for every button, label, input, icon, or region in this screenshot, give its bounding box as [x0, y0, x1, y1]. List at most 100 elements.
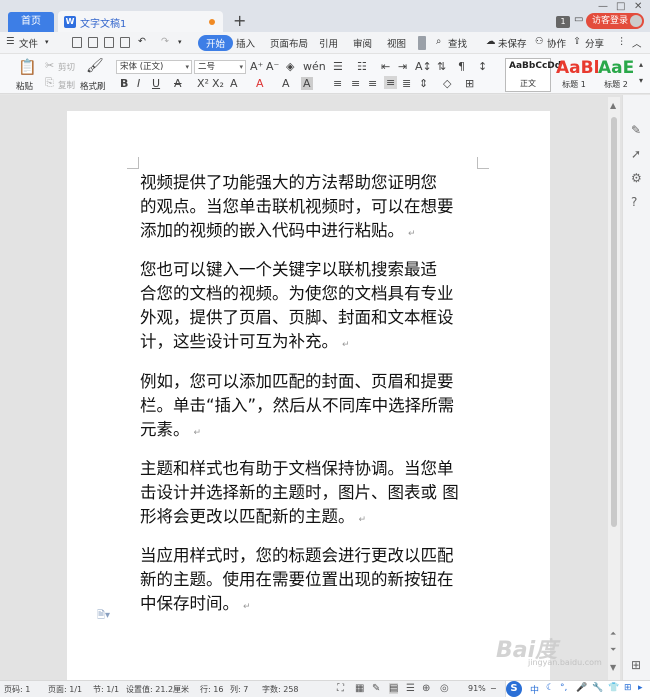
bullet-list-icon[interactable]: ☰ [333, 60, 343, 73]
decrease-indent-icon[interactable]: ⇤ [381, 60, 390, 73]
help-icon[interactable]: ? [631, 195, 637, 209]
export-pdf-icon[interactable] [104, 37, 114, 48]
chinese-layout-icon[interactable]: A↕ [415, 60, 432, 73]
ime-more-icon[interactable]: ▸ [638, 683, 643, 693]
sort-icon[interactable]: ⇅ [437, 60, 446, 73]
apps-grid-icon[interactable]: ⊞ [631, 658, 641, 672]
format-painter-icon[interactable]: 🖌 [86, 58, 104, 74]
undo-icon[interactable]: ↶ [138, 36, 146, 47]
chevron-down-icon[interactable]: ▾ [45, 38, 49, 46]
minimize-icon[interactable]: — [598, 1, 608, 12]
scroll-up-icon[interactable]: ▲ [610, 101, 616, 110]
ime-language[interactable]: 中 [530, 683, 539, 696]
strikethrough-icon[interactable]: A [174, 77, 182, 90]
increase-indent-icon[interactable]: ⇥ [398, 60, 407, 73]
eye-protection-icon[interactable]: ◎ [440, 683, 449, 694]
align-left-icon[interactable]: ≡ [333, 77, 342, 90]
share-label[interactable]: 分享 [585, 36, 604, 50]
page-view-icon[interactable]: ▤ [389, 683, 399, 694]
zoom-out-icon[interactable]: − [490, 684, 497, 693]
style-heading2[interactable]: AaE 标题 2 [595, 58, 637, 92]
format-painter-label[interactable]: 格式刷 [80, 80, 106, 92]
scroll-down-icon[interactable]: ▼ [610, 663, 616, 672]
pen-icon[interactable]: ✎ [372, 683, 380, 694]
paragraph-3[interactable]: 例如，您可以添加匹配的封面、页眉和提要 栏。单击“插入”，然后从不同库中选择所需… [140, 370, 480, 445]
underline-icon[interactable]: U [152, 77, 160, 90]
tab-scroll-handle[interactable] [418, 36, 426, 50]
search-icon[interactable]: ⌕ [436, 36, 441, 47]
cut-label[interactable]: 剪切 [58, 61, 75, 73]
justify-icon[interactable]: ≡ [384, 76, 398, 89]
italic-icon[interactable]: I [137, 77, 140, 90]
bold-icon[interactable]: B [120, 77, 128, 90]
tab-start[interactable]: 开始 [198, 35, 234, 51]
paragraph-menu-icon[interactable]: 🗎▾ [97, 608, 110, 625]
settings-sliders-icon[interactable]: ⚙ [631, 171, 642, 185]
number-list-icon[interactable]: ☷ [357, 60, 367, 73]
shading-icon[interactable]: ◇ [443, 77, 451, 90]
tab-references[interactable]: 引用 [319, 36, 338, 50]
edit-icon[interactable]: ✎ [631, 123, 641, 137]
outline-view-icon[interactable]: ☰ [406, 683, 415, 694]
menu-hamburger-icon[interactable]: ☰ [6, 36, 15, 47]
align-right-icon[interactable]: ≡ [368, 77, 377, 90]
fullscreen-icon[interactable]: ⛶ [337, 683, 344, 694]
align-center-icon[interactable]: ≡ [351, 77, 360, 90]
show-marks-icon[interactable]: ¶ [458, 60, 465, 73]
collab-label[interactable]: 协作 [547, 36, 566, 50]
distributed-icon[interactable]: ≣ [402, 77, 411, 90]
styles-up-icon[interactable]: ▴ [639, 60, 643, 69]
document-page[interactable]: 视频提供了功能强大的方法帮助您证明您 的观点。当您单击联机视频时，可以在想要 添… [67, 111, 550, 686]
tab-document[interactable]: W 文字文稿1 [58, 11, 223, 32]
font-color-icon[interactable]: A [256, 77, 264, 90]
status-word-count[interactable]: 字数: 258 [262, 684, 299, 695]
guest-login-button[interactable]: 访客登录 [586, 13, 644, 29]
web-view-icon[interactable]: ⊕ [422, 683, 430, 694]
redo-icon[interactable]: ↷ [161, 36, 169, 47]
maximize-icon[interactable]: □ [616, 1, 625, 12]
quick-access-chevron-icon[interactable]: ▾ [178, 38, 182, 46]
save-icon[interactable] [72, 37, 82, 48]
borders-icon[interactable]: ⊞ [465, 77, 474, 90]
paragraph-5[interactable]: 当应用样式时，您的标题会进行更改以匹配 新的主题。使用在需要位置出现的新按钮在 … [140, 544, 480, 619]
menu-file[interactable]: 文件 [19, 36, 38, 50]
print-preview-icon[interactable] [88, 37, 98, 48]
paragraph-1[interactable]: 视频提供了功能强大的方法帮助您证明您 的观点。当您单击联机视频时，可以在想要 添… [140, 171, 480, 246]
pinyin-guide-icon[interactable]: wén [303, 60, 326, 73]
paste-label[interactable]: 粘贴 [16, 80, 33, 92]
new-tab-button[interactable]: + [233, 11, 246, 30]
protect-view-icon[interactable]: ▦ [355, 683, 364, 694]
clear-format-icon[interactable]: ◈ [286, 60, 294, 73]
superscript-icon[interactable]: X² [197, 77, 209, 90]
style-heading1[interactable]: AaBl 标题 1 [553, 58, 599, 92]
ime-moon-icon[interactable]: ☾ [546, 683, 554, 693]
style-normal[interactable]: AaBbCcDd 正文 [505, 58, 561, 92]
search-label[interactable]: 查找 [448, 36, 467, 50]
char-border-icon[interactable]: A [301, 77, 313, 90]
select-cursor-icon[interactable]: ➚ [631, 147, 641, 161]
font-name-select[interactable]: 宋体 (正文) ▾ [116, 60, 192, 74]
styles-down-icon[interactable]: ▾ [639, 76, 643, 85]
unsaved-label[interactable]: 未保存 [498, 36, 527, 50]
shrink-font-icon[interactable]: A⁻ [266, 60, 279, 73]
tab-view[interactable]: 视图 [387, 36, 406, 50]
ime-shirt-icon[interactable]: 👕 [608, 683, 619, 693]
tab-review[interactable]: 审阅 [353, 36, 372, 50]
line-spacing-icon[interactable]: ↕ [478, 60, 487, 73]
vertical-scrollbar[interactable]: ▲ ⏶ ⏷ ▼ [608, 97, 620, 680]
grow-font-icon[interactable]: A⁺ [250, 60, 263, 73]
close-icon[interactable]: ✕ [634, 1, 642, 12]
ime-punct-icon[interactable]: °, [560, 683, 567, 693]
skin-icon[interactable]: ▭ [574, 14, 583, 25]
status-page-number[interactable]: 页码: 1 [4, 684, 30, 695]
highlight-icon[interactable]: A [230, 77, 238, 90]
collapse-ribbon-icon[interactable]: ︿ [632, 36, 642, 50]
scroll-prev-page-icon[interactable]: ⏶ [610, 629, 616, 639]
paste-icon[interactable]: 📋 [18, 58, 37, 76]
tab-insert[interactable]: 插入 [236, 36, 255, 50]
ime-grid-icon[interactable]: ⊞ [624, 683, 632, 693]
font-size-select[interactable]: 二号 ▾ [194, 60, 246, 74]
copy-label[interactable]: 复制 [58, 79, 75, 91]
scrollbar-thumb[interactable] [611, 117, 617, 527]
tab-page-layout[interactable]: 页面布局 [270, 36, 308, 50]
